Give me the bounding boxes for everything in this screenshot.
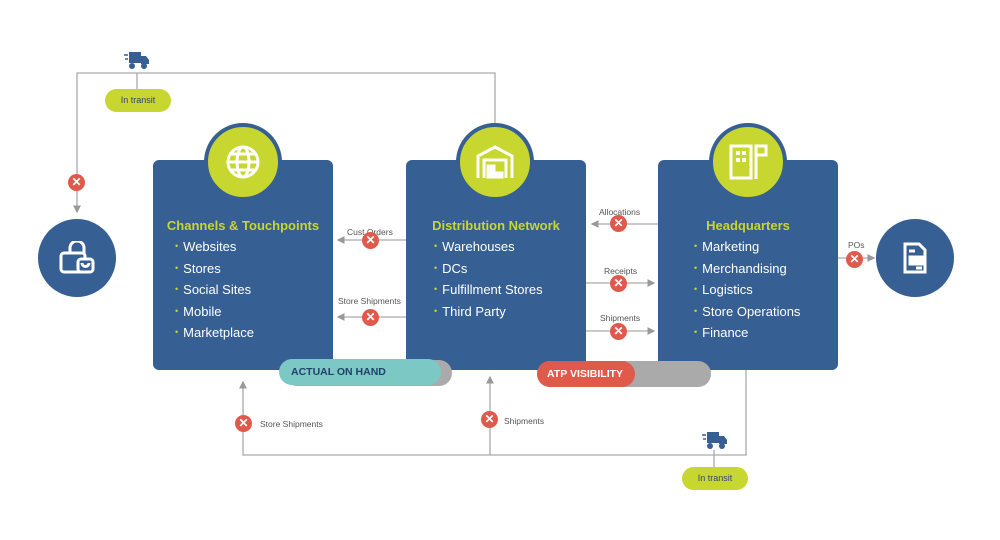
box-title: Headquarters — [706, 218, 790, 233]
blocked-flow-icon: ✕ — [610, 275, 627, 292]
list-item: Mobile — [175, 301, 254, 323]
flow-label: Shipments — [504, 416, 545, 426]
document-icon — [876, 219, 954, 297]
box-title: Channels & Touchpoints — [166, 218, 320, 233]
in-transit-badge: In transit — [105, 89, 171, 112]
list-item: Fulfillment Stores — [434, 279, 542, 301]
globe-icon — [204, 123, 282, 201]
blocked-flow-icon: ✕ — [846, 251, 863, 268]
list-item: Logistics — [694, 279, 800, 301]
list-item: Marketplace — [175, 322, 254, 344]
box-items: Marketing Merchandising Logistics Store … — [694, 236, 800, 344]
atp-visibility-bar: ATP VISIBILITY — [537, 361, 635, 387]
blocked-flow-icon: ✕ — [481, 411, 498, 428]
list-item: Finance — [694, 322, 800, 344]
truck-icon — [124, 50, 150, 75]
list-item: Stores — [175, 258, 254, 280]
list-item: Social Sites — [175, 279, 254, 301]
blocked-flow-icon: ✕ — [68, 174, 85, 191]
actual-on-hand-bar: ACTUAL ON HAND — [279, 359, 441, 385]
office-building-icon — [709, 123, 787, 201]
blocked-flow-icon: ✕ — [610, 215, 627, 232]
blocked-flow-icon: ✕ — [362, 232, 379, 249]
flow-label: POs — [848, 240, 865, 250]
list-item: Marketing — [694, 236, 800, 258]
blocked-flow-icon: ✕ — [362, 309, 379, 326]
list-item: Warehouses — [434, 236, 543, 258]
box-items: Websites Stores Social Sites Mobile Mark… — [175, 236, 254, 344]
in-transit-badge: In transit — [682, 467, 748, 490]
blocked-flow-icon: ✕ — [235, 415, 252, 432]
list-item: Websites — [175, 236, 254, 258]
warehouse-icon — [456, 123, 534, 201]
list-item: Store Operations — [694, 301, 800, 323]
inventory-flow-diagram: Channels & Touchpoints Websites Stores S… — [0, 0, 1000, 540]
list-item: Third Party — [434, 301, 543, 323]
box-items: Warehouses DCs Fulfillment Stores Third … — [434, 236, 543, 323]
truck-icon — [702, 430, 728, 455]
list-item: DCs — [434, 258, 543, 280]
shopping-bag-icon — [38, 219, 116, 297]
flow-label: Store Shipments — [260, 419, 323, 429]
box-title: Distribution Network — [432, 218, 560, 233]
blocked-flow-icon: ✕ — [610, 323, 627, 340]
flow-label: Store Shipments — [338, 296, 401, 306]
list-item: Merchandising — [694, 258, 800, 280]
flow-label: Shipments — [600, 313, 641, 323]
